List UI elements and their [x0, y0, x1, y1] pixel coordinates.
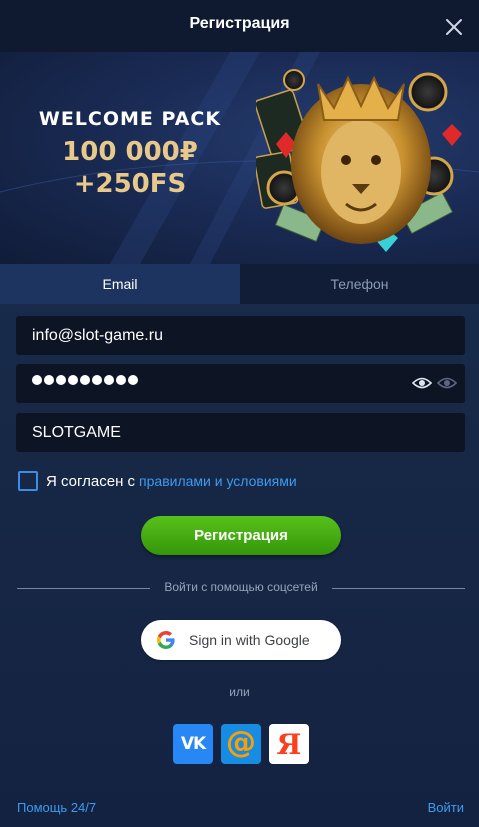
promo-code-field[interactable] — [16, 413, 465, 452]
promo-amount: 100 000₽ — [62, 137, 198, 167]
welcome-banner: WELCOME PACK 100 000₽ +250FS — [0, 52, 479, 264]
banner-text: WELCOME PACK 100 000₽ +250FS — [30, 108, 230, 200]
google-icon — [157, 631, 175, 649]
google-signin-label: Sign in with Google — [189, 632, 310, 648]
yandex-login-button[interactable]: Я — [269, 724, 309, 764]
show-password-icon[interactable] — [412, 375, 432, 391]
auth-tabs: Email Телефон — [0, 264, 479, 304]
agree-text: Я согласен с — [46, 472, 136, 490]
modal-title: Регистрация — [189, 15, 290, 32]
social-divider-text: Войти с помощью соцсетей — [164, 580, 318, 594]
password-mask — [32, 375, 138, 385]
yandex-icon: Я — [276, 727, 302, 761]
modal-header: Регистрация — [0, 0, 479, 52]
social-divider: Войти с помощью соцсетей — [17, 580, 465, 596]
google-signin-button[interactable]: Sign in with Google — [141, 620, 341, 660]
mailru-icon: @ — [226, 724, 256, 760]
eye-icon[interactable] — [437, 375, 457, 391]
lion-illustration — [256, 69, 462, 252]
mailru-login-button[interactable]: @ — [221, 724, 261, 764]
promo-code-wrapper — [16, 413, 465, 452]
vk-login-button[interactable]: VK — [173, 724, 213, 764]
terms-checkbox[interactable] — [18, 471, 38, 491]
terms-link[interactable]: правилами и условиями — [139, 473, 297, 489]
close-icon[interactable] — [443, 16, 465, 38]
tab-phone[interactable]: Телефон — [240, 264, 479, 304]
or-separator: или — [229, 685, 250, 699]
terms-agreement: Я согласен с правилами и условиями — [18, 470, 297, 492]
tab-email[interactable]: Email — [0, 264, 240, 304]
help-link[interactable]: Помощь 24/7 — [17, 800, 96, 815]
email-field[interactable] — [16, 316, 465, 355]
vk-icon: VK — [180, 734, 206, 754]
promo-title: WELCOME PACK — [38, 108, 222, 130]
promo-freespins: +250FS — [73, 169, 187, 199]
email-field-wrapper — [16, 316, 465, 355]
register-button[interactable]: Регистрация — [141, 516, 341, 555]
password-field[interactable] — [16, 364, 465, 403]
registration-modal: Регистрация WELCOME PACK 100 000₽ +250FS — [0, 0, 479, 827]
login-link[interactable]: Войти — [428, 800, 464, 815]
